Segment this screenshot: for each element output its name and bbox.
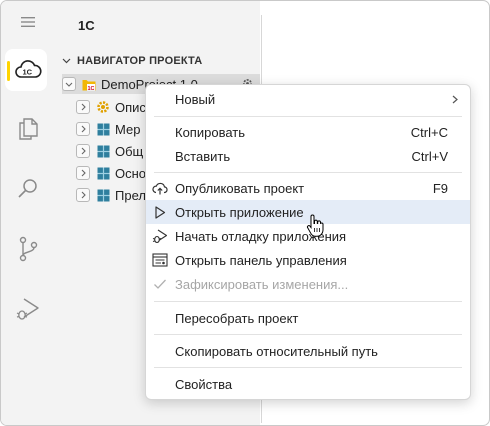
menu-separator bbox=[154, 367, 462, 368]
grid-icon bbox=[96, 144, 110, 158]
expand-toggle[interactable] bbox=[76, 100, 90, 114]
activity-explorer-button[interactable] bbox=[1, 107, 54, 151]
tree-item[interactable]: Мер bbox=[76, 119, 140, 139]
chevron-right-icon bbox=[81, 125, 86, 133]
expand-toggle[interactable] bbox=[76, 144, 90, 158]
menu-item-copy[interactable]: Копировать Ctrl+C bbox=[146, 120, 470, 144]
1c-cloud-icon: 1С bbox=[14, 60, 42, 78]
menu-item-label: Свойства bbox=[175, 376, 233, 392]
menu-separator bbox=[154, 301, 462, 302]
check-icon bbox=[152, 276, 168, 292]
menu-icon bbox=[20, 17, 35, 27]
menu-separator bbox=[154, 116, 462, 117]
svg-text:1С: 1С bbox=[22, 68, 32, 77]
menu-item-paste[interactable]: Вставить Ctrl+V bbox=[146, 144, 470, 168]
expand-toggle[interactable] bbox=[76, 122, 90, 136]
grid-icon bbox=[96, 166, 110, 180]
menu-separator bbox=[154, 172, 462, 173]
section-header[interactable]: НАВИГАТОР ПРОЕКТА bbox=[62, 55, 202, 67]
hand-cursor-icon bbox=[306, 214, 324, 237]
tree-item-label: Общ bbox=[115, 143, 144, 159]
activity-search-button[interactable] bbox=[1, 167, 54, 211]
control-panel-icon bbox=[152, 252, 168, 268]
ide-window: 1С 1С НАВИГАТОР ПРОЕКТА 1С DemoProject О… bbox=[0, 0, 490, 426]
sidebar-title: 1С bbox=[78, 18, 95, 33]
menu-item-shortcut: Ctrl+C bbox=[410, 124, 448, 140]
svg-text:1С: 1С bbox=[88, 85, 95, 90]
activity-source-control-button[interactable] bbox=[1, 227, 54, 271]
tree-item[interactable]: Прел bbox=[76, 185, 146, 205]
menu-item-label: Новый bbox=[175, 91, 216, 107]
chevron-down-icon bbox=[65, 82, 73, 87]
menu-item-properties[interactable]: Свойства bbox=[146, 372, 470, 396]
source-control-icon bbox=[19, 236, 37, 262]
run-debug-icon bbox=[16, 298, 39, 320]
activity-1c-button[interactable]: 1С bbox=[1, 48, 54, 92]
menu-item-shortcut: Ctrl+V bbox=[411, 148, 448, 164]
section-title: НАВИГАТОР ПРОЕКТА bbox=[77, 55, 203, 67]
chevron-right-icon bbox=[81, 147, 86, 155]
collapse-toggle[interactable] bbox=[62, 77, 76, 91]
menu-item-commit-changes: Зафиксировать изменения... bbox=[146, 272, 470, 296]
menu-item-label: Опубликовать проект bbox=[175, 180, 305, 196]
tree-item-label: Мер bbox=[115, 121, 141, 137]
chevron-right-icon bbox=[81, 169, 86, 177]
activity-bar: 1С bbox=[1, 1, 54, 425]
tree-item-label: Осно bbox=[115, 165, 147, 181]
cloud-upload-icon bbox=[152, 180, 168, 196]
tree-item-label: Опис bbox=[115, 99, 146, 115]
tree-item[interactable]: Опис bbox=[76, 97, 146, 117]
grid-icon bbox=[96, 122, 110, 136]
menu-separator bbox=[154, 334, 462, 335]
chevron-right-icon bbox=[81, 103, 86, 111]
context-menu: Новый Копировать Ctrl+C Вставить Ctrl+V … bbox=[145, 84, 471, 400]
menu-item-control-panel[interactable]: Открыть панель управления bbox=[146, 248, 470, 272]
menu-item-label: Копировать bbox=[175, 124, 245, 140]
menu-button[interactable] bbox=[1, 1, 54, 43]
menu-item-label: Открыть приложение bbox=[175, 204, 304, 220]
debug-icon bbox=[152, 228, 168, 244]
menu-item-rebuild-project[interactable]: Пересобрать проект bbox=[146, 306, 470, 330]
activity-run-debug-button[interactable] bbox=[1, 287, 54, 331]
tree-item[interactable]: Общ bbox=[76, 141, 143, 161]
menu-item-label: Скопировать относительный путь bbox=[175, 343, 378, 359]
menu-item-label: Зафиксировать изменения... bbox=[175, 276, 349, 292]
chevron-right-icon bbox=[81, 191, 86, 199]
menu-item-label: Пересобрать проект bbox=[175, 310, 299, 326]
explorer-icon bbox=[18, 118, 38, 140]
project-icon: 1С bbox=[82, 77, 96, 91]
chevron-down-icon bbox=[62, 58, 71, 64]
expand-toggle[interactable] bbox=[76, 188, 90, 202]
menu-item-new[interactable]: Новый bbox=[146, 87, 470, 111]
menu-item-label: Открыть панель управления bbox=[175, 252, 347, 268]
tree-item-label: Прел bbox=[115, 187, 146, 203]
tree-item[interactable]: Осно bbox=[76, 163, 146, 183]
menu-item-publish[interactable]: Опубликовать проект F9 bbox=[146, 176, 470, 200]
chevron-right-icon bbox=[452, 95, 458, 104]
search-icon bbox=[17, 179, 37, 198]
expand-toggle[interactable] bbox=[76, 166, 90, 180]
menu-item-label: Вставить bbox=[175, 148, 231, 164]
menu-item-copy-relative-path[interactable]: Скопировать относительный путь bbox=[146, 339, 470, 363]
gear-icon bbox=[96, 100, 110, 114]
grid-icon bbox=[96, 188, 110, 202]
play-icon bbox=[152, 204, 168, 220]
menu-item-shortcut: F9 bbox=[432, 180, 448, 196]
